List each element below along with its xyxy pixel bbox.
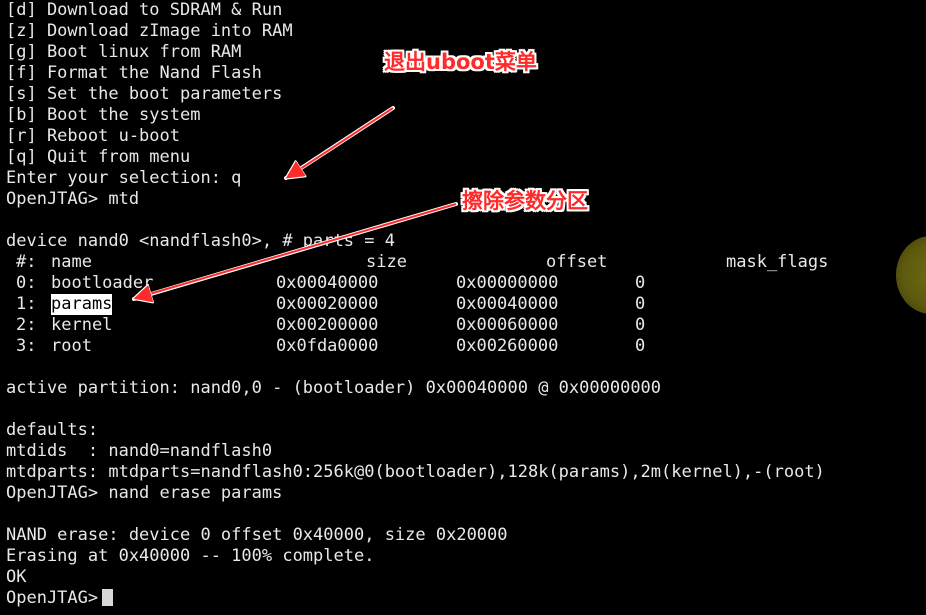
- menu-item: [s] Set the boot parameters: [6, 84, 283, 104]
- terminal-output: [d] Download to SDRAM & Run [z] Download…: [6, 0, 829, 609]
- partition-mask: 0: [635, 273, 646, 293]
- partition-mask: 0: [635, 294, 646, 314]
- partition-table-header: #: name size offset mask_flags: [6, 252, 829, 273]
- annotation-quit-uboot: 退出uboot菜单: [384, 50, 537, 74]
- erase-info-line: NAND erase: device 0 offset 0x40000, siz…: [6, 525, 508, 545]
- partition-row: 0: bootloader 0x00040000 0x00000000 0: [6, 273, 825, 294]
- header-mask-flags: mask_flags: [726, 252, 829, 272]
- menu-item: [d] Download to SDRAM & Run: [6, 0, 283, 20]
- annotation-erase-params: 擦除参数分区: [462, 189, 588, 213]
- active-partition-line: active partition: nand0,0 - (bootloader)…: [6, 378, 662, 398]
- prompt-text: OpenJTAG>: [6, 588, 99, 608]
- command-nand-erase: OpenJTAG> nand erase params: [6, 483, 283, 503]
- menu-item: [z] Download zImage into RAM: [6, 21, 293, 41]
- erase-progress-line: Erasing at 0x40000 -- 100% complete.: [6, 546, 375, 566]
- terminal-window[interactable]: [d] Download to SDRAM & Run [z] Download…: [0, 0, 926, 615]
- partition-num: 1:: [16, 294, 37, 314]
- partition-name-selected[interactable]: params: [51, 294, 113, 315]
- partition-size: 0x00020000: [276, 294, 379, 314]
- mtdparts-line: mtdparts: mtdparts=nandflash0:256k@0(boo…: [6, 462, 825, 482]
- partition-offset: 0x00040000: [456, 294, 559, 314]
- mtdids-line: mtdids : nand0=nandflash0: [6, 441, 273, 461]
- partition-size: 0x0fda0000: [276, 336, 379, 356]
- header-name: name: [51, 252, 92, 272]
- selection-line: Enter your selection: q: [6, 168, 242, 188]
- defaults-label: defaults:: [6, 420, 99, 440]
- prompt-line[interactable]: OpenJTAG>: [6, 588, 825, 609]
- cursor-highlight-blob: [896, 236, 926, 314]
- menu-item: [r] Reboot u-boot: [6, 126, 180, 146]
- menu-item: [q] Quit from menu: [6, 147, 191, 167]
- header-offset: offset: [546, 252, 608, 272]
- command-mtd: OpenJTAG> mtd: [6, 189, 140, 209]
- partition-offset: 0x00000000: [456, 273, 559, 293]
- partition-row: 2: kernel 0x00200000 0x00060000 0: [6, 315, 825, 336]
- partition-offset: 0x00260000: [456, 336, 559, 356]
- partition-size: 0x00200000: [276, 315, 379, 335]
- partition-name: kernel: [51, 315, 113, 335]
- cursor-icon[interactable]: [102, 589, 114, 606]
- partition-name: bootloader: [51, 273, 154, 293]
- ok-line: OK: [6, 567, 27, 587]
- device-line: device nand0 <nandflash0>, # parts = 4: [6, 231, 395, 251]
- menu-item: [b] Boot the system: [6, 105, 201, 125]
- partition-offset: 0x00060000: [456, 315, 559, 335]
- partition-num: 3:: [16, 336, 37, 356]
- header-num: #:: [16, 252, 37, 272]
- partition-row: 3: root 0x0fda0000 0x00260000 0: [6, 336, 825, 357]
- partition-mask: 0: [635, 336, 646, 356]
- header-size: size: [366, 252, 407, 272]
- partition-num: 0:: [16, 273, 37, 293]
- partition-size: 0x00040000: [276, 273, 379, 293]
- partition-mask: 0: [635, 315, 646, 335]
- partition-row: 1: params 0x00020000 0x00040000 0: [6, 294, 825, 315]
- partition-num: 2:: [16, 315, 37, 335]
- partition-name: root: [51, 336, 92, 356]
